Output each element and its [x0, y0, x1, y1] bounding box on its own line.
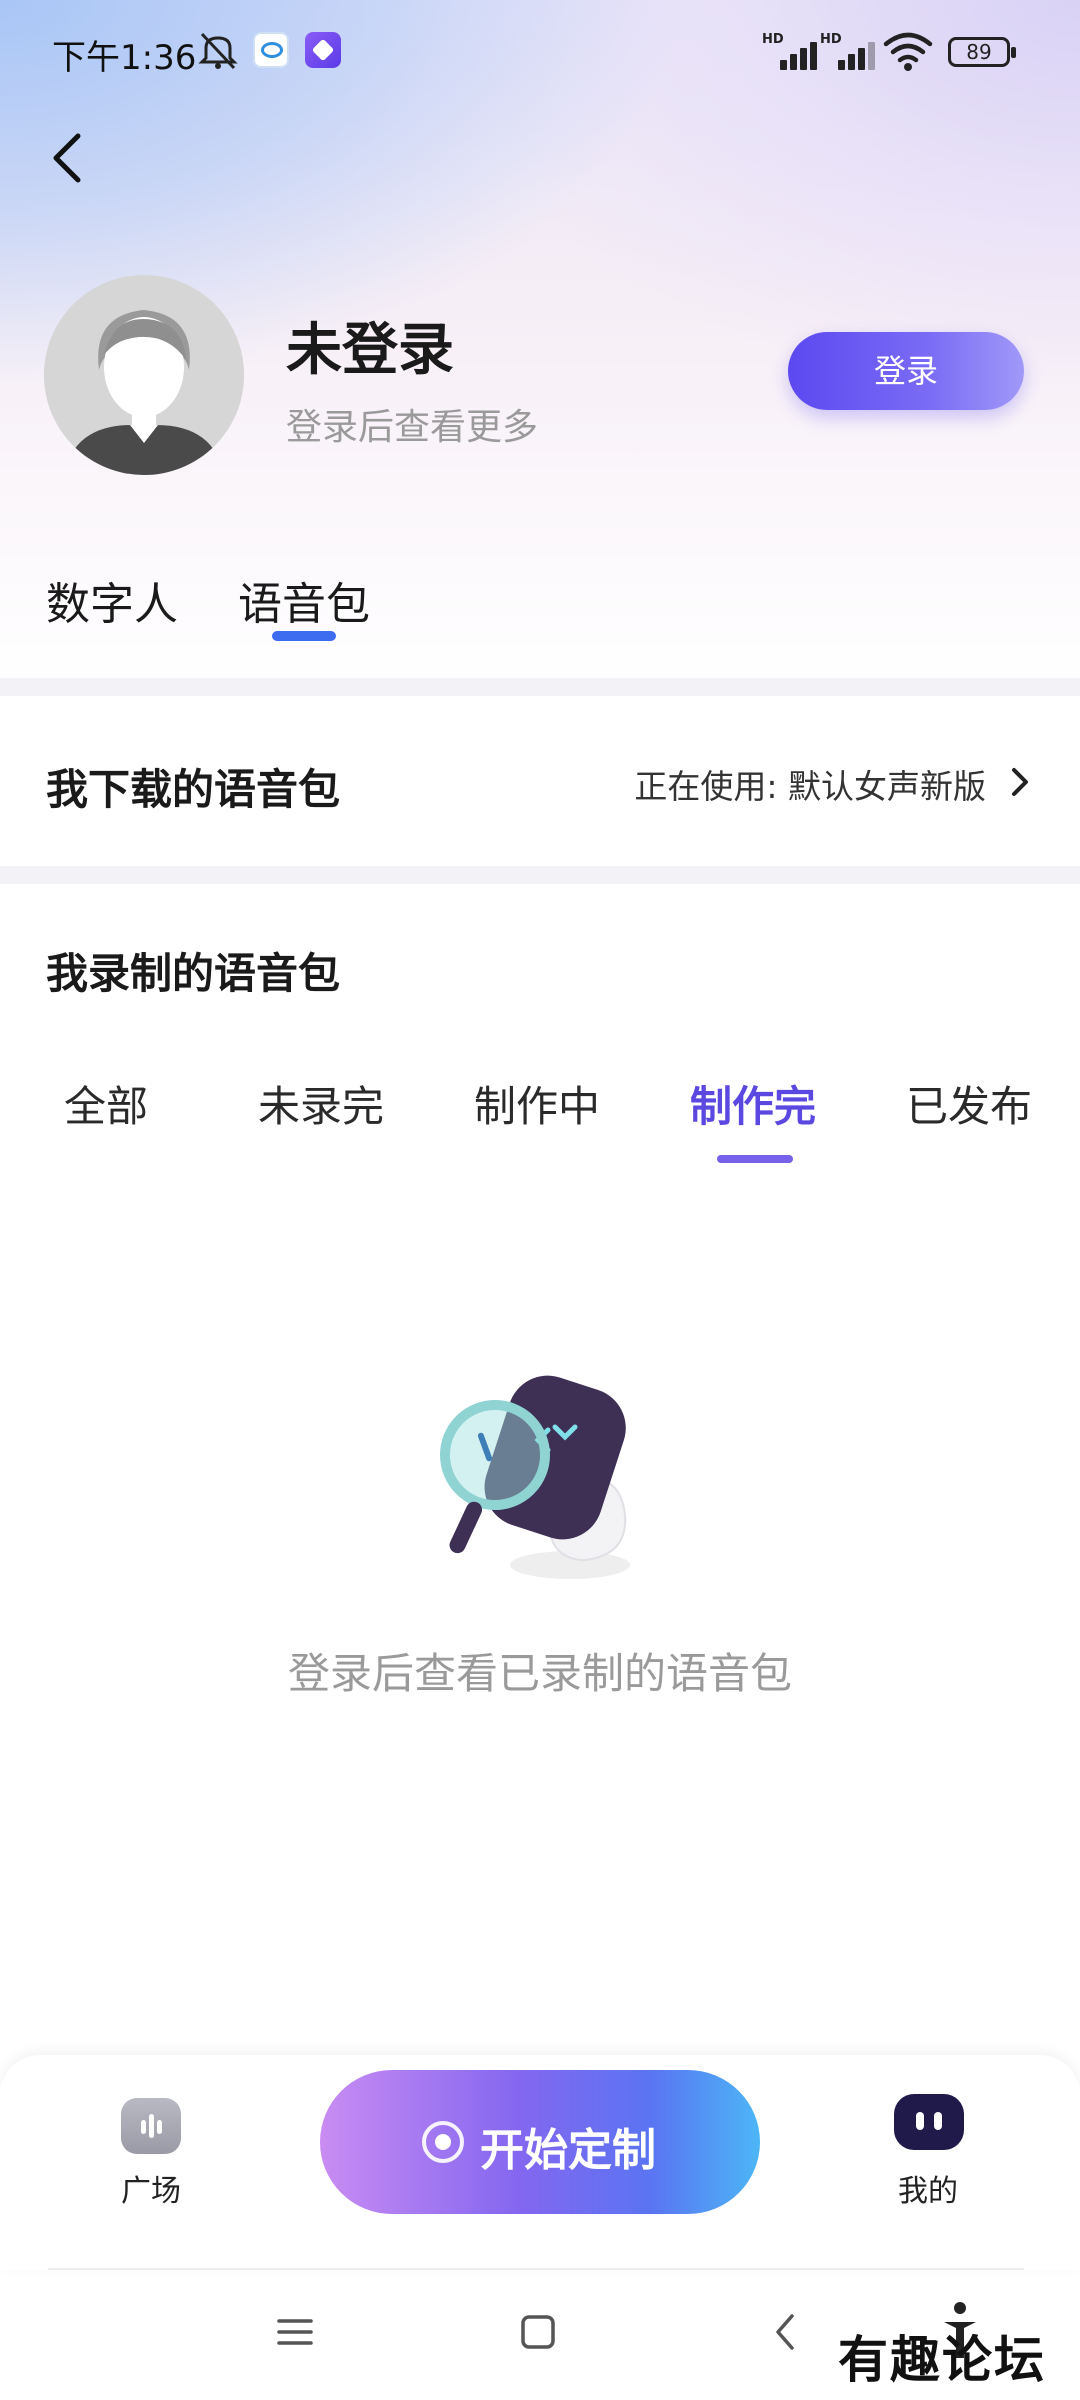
avatar[interactable]	[44, 275, 244, 475]
default-avatar-icon	[44, 275, 244, 475]
empty-search-illustration-icon	[440, 1375, 630, 1579]
section-divider	[0, 866, 1080, 884]
section-divider	[0, 678, 1080, 696]
start-customize-label: 开始定制	[480, 2125, 656, 2176]
recorded-title: 我录制的语音包	[46, 949, 341, 998]
watermark-text: 有趣论坛	[838, 2330, 1046, 2389]
battery-level: 89	[966, 40, 992, 64]
mute-bell-icon	[198, 32, 238, 70]
start-customize-button[interactable]: 开始定制	[320, 2070, 760, 2214]
profile-subtitle: 登录后查看更多	[286, 407, 539, 448]
status-time: 下午1:36	[52, 38, 197, 78]
tab-unfinished[interactable]: 未录完	[258, 1073, 384, 1134]
status-bar: 下午1:36 HD HD 89	[0, 0, 1080, 105]
tab-in-production[interactable]: 制作中	[474, 1073, 600, 1134]
battery-icon: 89	[948, 37, 1016, 67]
tab-all[interactable]: 全部	[64, 1073, 148, 1134]
home-icon[interactable]	[518, 2312, 558, 2352]
app-notification-icon	[305, 32, 341, 68]
tab-published[interactable]: 已发布	[906, 1073, 1032, 1134]
subtab-active-indicator	[717, 1155, 793, 1163]
login-button[interactable]: 登录	[788, 332, 1024, 410]
app-notification-icon	[253, 32, 289, 68]
back-icon[interactable]	[766, 2312, 806, 2352]
divider	[48, 2268, 1024, 2270]
nav-mine-label: 我的	[898, 2174, 958, 2209]
tab-active-indicator	[272, 631, 336, 641]
nav-plaza-label: 广场	[121, 2174, 181, 2209]
plaza-icon	[121, 2098, 181, 2154]
chevron-right-icon	[1012, 768, 1028, 796]
profile-name: 未登录	[286, 318, 454, 383]
mine-robot-icon	[894, 2094, 964, 2150]
current-voice-label: 正在使用: 默认女声新版	[634, 767, 986, 806]
menu-icon[interactable]	[275, 2312, 315, 2352]
empty-state-text: 登录后查看已录制的语音包	[287, 1649, 792, 1698]
signal-icon: HD	[762, 32, 818, 72]
back-chevron-icon[interactable]	[44, 128, 94, 188]
tab-voice-pack[interactable]: 语音包	[238, 568, 370, 632]
tab-digital-human[interactable]: 数字人	[46, 568, 178, 632]
record-icon	[422, 2121, 464, 2163]
signal-icon: HD	[820, 32, 876, 72]
wifi-icon	[883, 32, 933, 71]
downloaded-title: 我下载的语音包	[46, 765, 341, 814]
tab-completed[interactable]: 制作完	[690, 1073, 816, 1134]
